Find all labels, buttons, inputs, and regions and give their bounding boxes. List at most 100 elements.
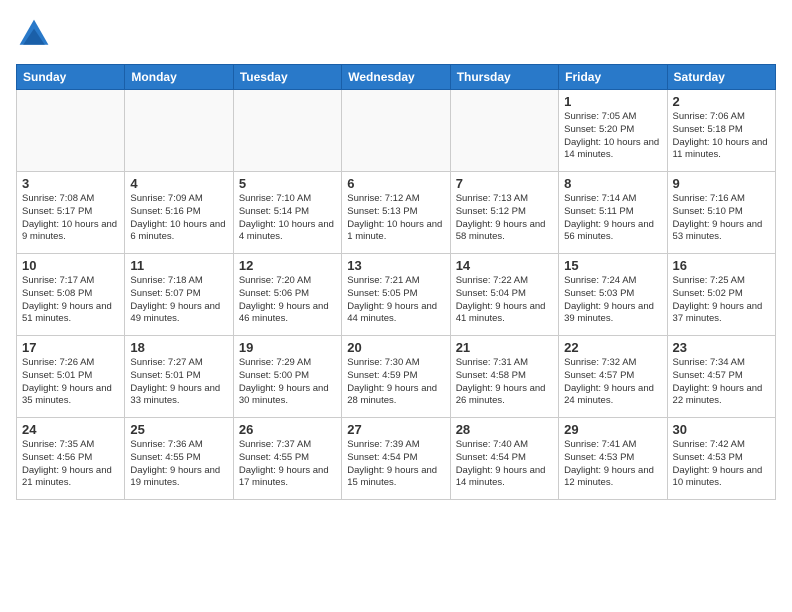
- day-number: 20: [347, 340, 444, 355]
- weekday-header: Saturday: [667, 65, 775, 90]
- day-number: 6: [347, 176, 444, 191]
- calendar-cell: [450, 90, 558, 172]
- weekday-header-row: SundayMondayTuesdayWednesdayThursdayFrid…: [17, 65, 776, 90]
- day-number: 22: [564, 340, 661, 355]
- weekday-header: Wednesday: [342, 65, 450, 90]
- day-info: Sunrise: 7:08 AM Sunset: 5:17 PM Dayligh…: [22, 193, 119, 244]
- day-number: 3: [22, 176, 119, 191]
- weekday-header: Sunday: [17, 65, 125, 90]
- calendar-cell: 20 Sunrise: 7:30 AM Sunset: 4:59 PM Dayli…: [342, 336, 450, 418]
- calendar-cell: 6 Sunrise: 7:12 AM Sunset: 5:13 PM Daylig…: [342, 172, 450, 254]
- day-info: Sunrise: 7:20 AM Sunset: 5:06 PM Dayligh…: [239, 275, 336, 326]
- calendar-cell: 10Sunrise: 7:17 AM Sunset: 5:08 PM Dayli…: [17, 254, 125, 336]
- day-number: 4: [130, 176, 227, 191]
- day-number: 7: [456, 176, 553, 191]
- day-number: 14: [456, 258, 553, 273]
- week-row-1: 1 Sunrise: 7:05 AM Sunset: 5:20 PM Daylig…: [17, 90, 776, 172]
- day-number: 28: [456, 422, 553, 437]
- day-number: 19: [239, 340, 336, 355]
- day-number: 15: [564, 258, 661, 273]
- calendar-cell: 22 Sunrise: 7:32 AM Sunset: 4:57 PM Dayli…: [559, 336, 667, 418]
- calendar-cell: 26 Sunrise: 7:37 AM Sunset: 4:55 PM Dayli…: [233, 418, 341, 500]
- calendar-cell: 9 Sunrise: 7:16 AM Sunset: 5:10 PM Daylig…: [667, 172, 775, 254]
- day-number: 26: [239, 422, 336, 437]
- weekday-header: Thursday: [450, 65, 558, 90]
- calendar-cell: 25 Sunrise: 7:36 AM Sunset: 4:55 PM Dayli…: [125, 418, 233, 500]
- calendar-cell: 14 Sunrise: 7:22 AM Sunset: 5:04 PM Dayli…: [450, 254, 558, 336]
- day-number: 17: [22, 340, 119, 355]
- calendar-cell: 1 Sunrise: 7:05 AM Sunset: 5:20 PM Daylig…: [559, 90, 667, 172]
- calendar-cell: 5 Sunrise: 7:10 AM Sunset: 5:14 PM Daylig…: [233, 172, 341, 254]
- day-info: Sunrise: 7:36 AM Sunset: 4:55 PM Dayligh…: [130, 439, 227, 490]
- day-info: Sunrise: 7:39 AM Sunset: 4:54 PM Dayligh…: [347, 439, 444, 490]
- day-info: Sunrise: 7:24 AM Sunset: 5:03 PM Dayligh…: [564, 275, 661, 326]
- day-number: 21: [456, 340, 553, 355]
- week-row-3: 10Sunrise: 7:17 AM Sunset: 5:08 PM Dayli…: [17, 254, 776, 336]
- week-row-2: 3 Sunrise: 7:08 AM Sunset: 5:17 PM Daylig…: [17, 172, 776, 254]
- calendar-cell: 15 Sunrise: 7:24 AM Sunset: 5:03 PM Dayli…: [559, 254, 667, 336]
- calendar-cell: 21 Sunrise: 7:31 AM Sunset: 4:58 PM Dayli…: [450, 336, 558, 418]
- logo: [16, 16, 56, 52]
- day-info: Sunrise: 7:09 AM Sunset: 5:16 PM Dayligh…: [130, 193, 227, 244]
- day-number: 29: [564, 422, 661, 437]
- calendar-cell: 27 Sunrise: 7:39 AM Sunset: 4:54 PM Dayli…: [342, 418, 450, 500]
- calendar-cell: 19 Sunrise: 7:29 AM Sunset: 5:00 PM Dayli…: [233, 336, 341, 418]
- day-number: 8: [564, 176, 661, 191]
- day-info: Sunrise: 7:31 AM Sunset: 4:58 PM Dayligh…: [456, 357, 553, 408]
- day-number: 27: [347, 422, 444, 437]
- day-number: 2: [673, 94, 770, 109]
- day-number: 30: [673, 422, 770, 437]
- calendar-cell: 16 Sunrise: 7:25 AM Sunset: 5:02 PM Dayli…: [667, 254, 775, 336]
- day-info: Sunrise: 7:41 AM Sunset: 4:53 PM Dayligh…: [564, 439, 661, 490]
- calendar-cell: 23 Sunrise: 7:34 AM Sunset: 4:57 PM Dayli…: [667, 336, 775, 418]
- day-number: 25: [130, 422, 227, 437]
- logo-icon: [16, 16, 52, 52]
- day-info: Sunrise: 7:30 AM Sunset: 4:59 PM Dayligh…: [347, 357, 444, 408]
- day-number: 23: [673, 340, 770, 355]
- day-info: Sunrise: 7:05 AM Sunset: 5:20 PM Dayligh…: [564, 111, 661, 162]
- day-info: Sunrise: 7:14 AM Sunset: 5:11 PM Dayligh…: [564, 193, 661, 244]
- day-info: Sunrise: 7:12 AM Sunset: 5:13 PM Dayligh…: [347, 193, 444, 244]
- weekday-header: Friday: [559, 65, 667, 90]
- day-info: Sunrise: 7:29 AM Sunset: 5:00 PM Dayligh…: [239, 357, 336, 408]
- calendar-cell: 13Sunrise: 7:21 AM Sunset: 5:05 PM Dayli…: [342, 254, 450, 336]
- day-number: 16: [673, 258, 770, 273]
- day-info: Sunrise: 7:37 AM Sunset: 4:55 PM Dayligh…: [239, 439, 336, 490]
- calendar-cell: 3 Sunrise: 7:08 AM Sunset: 5:17 PM Daylig…: [17, 172, 125, 254]
- day-info: Sunrise: 7:10 AM Sunset: 5:14 PM Dayligh…: [239, 193, 336, 244]
- day-number: 9: [673, 176, 770, 191]
- calendar-cell: 28Sunrise: 7:40 AM Sunset: 4:54 PM Dayli…: [450, 418, 558, 500]
- calendar-cell: 30 Sunrise: 7:42 AM Sunset: 4:53 PM Dayli…: [667, 418, 775, 500]
- calendar-cell: 17 Sunrise: 7:26 AM Sunset: 5:01 PM Dayli…: [17, 336, 125, 418]
- day-info: Sunrise: 7:35 AM Sunset: 4:56 PM Dayligh…: [22, 439, 119, 490]
- calendar-cell: [125, 90, 233, 172]
- day-info: Sunrise: 7:42 AM Sunset: 4:53 PM Dayligh…: [673, 439, 770, 490]
- day-number: 18: [130, 340, 227, 355]
- calendar-cell: [17, 90, 125, 172]
- day-info: Sunrise: 7:16 AM Sunset: 5:10 PM Dayligh…: [673, 193, 770, 244]
- calendar-cell: 18 Sunrise: 7:27 AM Sunset: 5:01 PM Dayli…: [125, 336, 233, 418]
- calendar-cell: 12Sunrise: 7:20 AM Sunset: 5:06 PM Dayli…: [233, 254, 341, 336]
- day-info: Sunrise: 7:32 AM Sunset: 4:57 PM Dayligh…: [564, 357, 661, 408]
- day-number: 10: [22, 258, 119, 273]
- day-info: Sunrise: 7:22 AM Sunset: 5:04 PM Dayligh…: [456, 275, 553, 326]
- week-row-5: 24Sunrise: 7:35 AM Sunset: 4:56 PM Dayli…: [17, 418, 776, 500]
- week-row-4: 17 Sunrise: 7:26 AM Sunset: 5:01 PM Dayli…: [17, 336, 776, 418]
- day-number: 1: [564, 94, 661, 109]
- calendar-cell: 8 Sunrise: 7:14 AM Sunset: 5:11 PM Daylig…: [559, 172, 667, 254]
- day-info: Sunrise: 7:27 AM Sunset: 5:01 PM Dayligh…: [130, 357, 227, 408]
- calendar-cell: 29 Sunrise: 7:41 AM Sunset: 4:53 PM Dayli…: [559, 418, 667, 500]
- day-number: 5: [239, 176, 336, 191]
- day-number: 11: [130, 258, 227, 273]
- page-header: [16, 16, 776, 52]
- day-number: 13: [347, 258, 444, 273]
- calendar-cell: 11 Sunrise: 7:18 AM Sunset: 5:07 PM Dayli…: [125, 254, 233, 336]
- day-info: Sunrise: 7:13 AM Sunset: 5:12 PM Dayligh…: [456, 193, 553, 244]
- day-info: Sunrise: 7:34 AM Sunset: 4:57 PM Dayligh…: [673, 357, 770, 408]
- day-info: Sunrise: 7:26 AM Sunset: 5:01 PM Dayligh…: [22, 357, 119, 408]
- calendar: SundayMondayTuesdayWednesdayThursdayFrid…: [16, 64, 776, 500]
- weekday-header: Tuesday: [233, 65, 341, 90]
- day-info: Sunrise: 7:25 AM Sunset: 5:02 PM Dayligh…: [673, 275, 770, 326]
- day-info: Sunrise: 7:06 AM Sunset: 5:18 PM Dayligh…: [673, 111, 770, 162]
- day-info: Sunrise: 7:18 AM Sunset: 5:07 PM Dayligh…: [130, 275, 227, 326]
